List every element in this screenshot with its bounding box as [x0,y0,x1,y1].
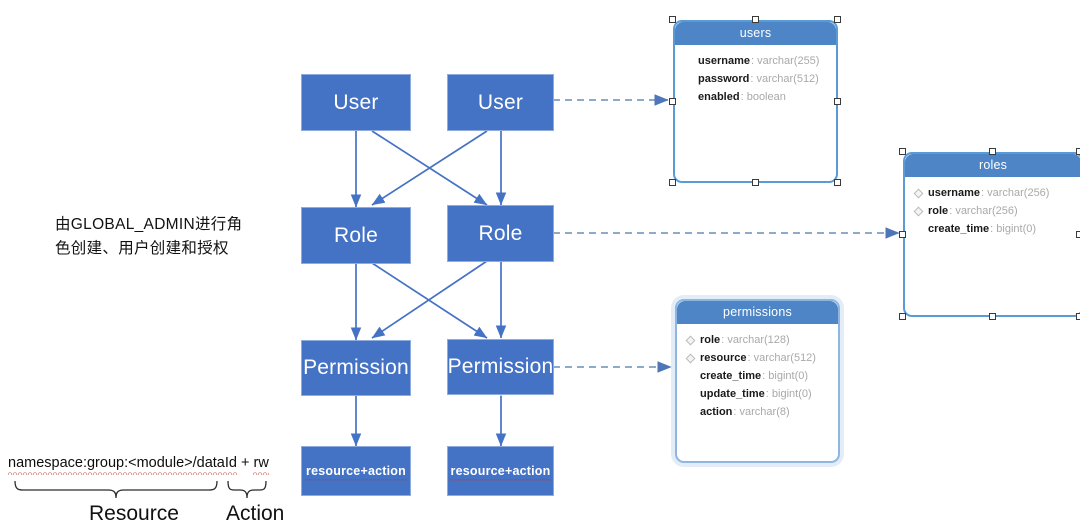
process-box-label: Permission [447,355,554,378]
er-table-permissions[interactable]: permissions role: varchar(128) resource:… [675,299,840,463]
process-box-label: Role [334,223,378,247]
process-box-user-left[interactable]: User [301,74,411,131]
action-brace [227,480,267,499]
permission-expression: namespace:group:<module>/dataId + rw [8,455,270,475]
er-table-title: permissions [677,301,838,324]
field-type: varchar(128) [727,334,790,346]
user-to-role-arrows [350,130,507,208]
er-table-roles[interactable]: roles username: varchar(256) role: varch… [903,152,1080,317]
er-table-fields: username: varchar(255) password: varchar… [675,45,836,106]
primary-key-icon [685,335,696,345]
role-to-permission-arrows [350,260,507,341]
resize-handle-w[interactable] [669,98,676,105]
field-type: bigint(0) [768,370,809,382]
er-table-title: users [675,22,836,45]
resize-handle-w[interactable] [899,231,906,238]
chinese-annotation-line1: 由GLOBAL_ADMIN进行角 [55,216,243,233]
field-type: varchar(256) [955,205,1018,217]
er-field-row: role: varchar(128) [685,331,838,349]
permission-expression-resource: namespace:group:<module>/dataId [8,455,237,475]
process-box-label: Role [478,221,523,245]
diagram-canvas[interactable]: 由GLOBAL_ADMIN进行角 色创建、用户创建和授权 User User R… [0,0,1080,531]
resize-handle-sw[interactable] [669,179,676,186]
resize-handle-ne[interactable] [1076,148,1080,155]
er-field-row: username: varchar(256) [913,184,1080,202]
process-box-label: Permission [303,356,409,379]
er-field-row: create_time: bigint(0) [700,370,809,382]
er-table-fields: username: varchar(256) role: varchar(256… [905,177,1080,238]
er-field-row: role: varchar(256) [913,202,1080,220]
resize-handle-e[interactable] [1076,231,1080,238]
key-slot [685,353,700,363]
er-table-title: roles [905,154,1080,177]
resize-handle-s[interactable] [752,179,759,186]
field-type: bigint(0) [996,223,1037,235]
resize-handle-se[interactable] [834,179,841,186]
field-name: enabled [698,91,740,103]
resize-handle-nw[interactable] [899,148,906,155]
resource-brace [14,480,218,499]
process-box-resource-action-right[interactable]: resource+action [447,446,554,496]
process-box-resource-action-left[interactable]: resource+action [301,446,411,496]
er-field-row: update_time: bigint(0) [700,388,812,400]
er-field-row: enabled: boolean [698,91,786,103]
er-table-users[interactable]: users username: varchar(255) password: v… [673,20,838,183]
resize-handle-se[interactable] [1076,313,1080,320]
er-field-row: action: varchar(8) [700,406,790,418]
field-name: resource [700,352,747,364]
field-name: username [928,187,980,199]
chinese-annotation-line2: 色创建、用户创建和授权 [55,240,229,258]
process-box-label: User [477,90,524,114]
field-type: varchar(255) [757,55,820,67]
field-name: role [928,205,949,217]
field-name: create_time [928,223,990,235]
resize-handle-sw[interactable] [899,313,906,320]
primary-key-icon [913,188,924,198]
resize-handle-n[interactable] [989,148,996,155]
field-name: username [698,55,750,67]
process-box-permission-left[interactable]: Permission [301,340,411,396]
field-name: action [700,406,733,418]
key-slot [685,335,700,345]
primary-key-icon [913,206,924,216]
er-field-row: create_time: bigint(0) [928,223,1037,235]
er-field-row: resource: varchar(512) [685,349,838,367]
process-box-role-right[interactable]: Role [447,205,554,262]
field-type: varchar(512) [756,73,819,85]
field-name: update_time [700,388,765,400]
permission-expression-action: rw [253,455,270,475]
field-name: create_time [700,370,762,382]
primary-key-icon [685,353,696,363]
field-type: varchar(256) [987,187,1050,199]
resize-handle-s[interactable] [989,313,996,320]
resize-handle-nw[interactable] [669,16,676,23]
process-box-role-left[interactable]: Role [301,207,411,264]
key-slot [913,206,928,216]
chinese-annotation: 由GLOBAL_ADMIN进行角 色创建、用户创建和授权 [55,213,285,261]
process-box-permission-right[interactable]: Permission [447,339,554,395]
er-field-row: password: varchar(512) [698,73,819,85]
brace-label-resource: Resource [89,502,179,525]
permission-to-resaction-arrows [350,383,507,447]
resize-handle-ne[interactable] [834,16,841,23]
field-name: role [700,334,721,346]
field-type: bigint(0) [771,388,812,400]
process-box-label: resource+action [305,464,407,481]
key-slot [913,188,928,198]
er-table-fields: role: varchar(128) resource: varchar(512… [677,324,838,421]
er-field-row: username: varchar(255) [698,55,820,67]
process-box-label: resource+action [449,464,552,481]
field-type: boolean [746,91,786,103]
brace-label-action: Action [226,502,285,525]
process-box-user-right[interactable]: User [447,74,554,131]
process-box-label: User [333,90,379,114]
field-type: varchar(8) [739,406,790,418]
field-type: varchar(512) [753,352,816,364]
resize-handle-n[interactable] [752,16,759,23]
resize-handle-e[interactable] [834,98,841,105]
field-name: password [698,73,750,85]
permission-expression-separator: + [236,455,254,471]
